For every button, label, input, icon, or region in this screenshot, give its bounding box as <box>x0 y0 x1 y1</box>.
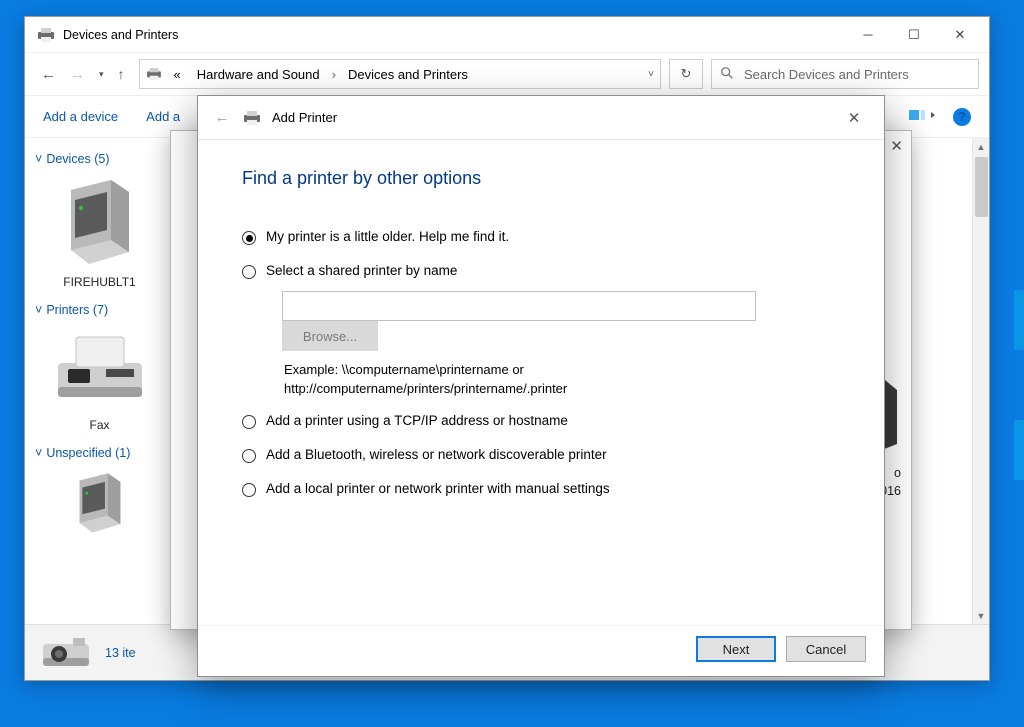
radio-icon[interactable] <box>242 449 256 463</box>
wizard-back-button[interactable]: ← <box>210 109 234 126</box>
item-count: 13 ite <box>105 646 136 660</box>
browse-button[interactable]: Browse... <box>282 321 378 351</box>
address-dropdown-button[interactable]: ˅ <box>648 69 654 80</box>
breadcrumb-devices-and-printers[interactable]: Devices and Printers <box>344 63 472 86</box>
window-title: Devices and Printers <box>63 28 178 42</box>
option-bluetooth-printer[interactable]: Add a Bluetooth, wireless or network dis… <box>242 447 844 463</box>
refresh-button[interactable]: ↻ <box>669 59 703 89</box>
add-device-button[interactable]: Add a device <box>43 109 118 124</box>
address-bar[interactable]: « Hardware and Sound › Devices and Print… <box>139 59 661 89</box>
search-box[interactable]: Search Devices and Printers <box>711 59 979 89</box>
scroll-down-button[interactable]: ▼ <box>973 607 989 624</box>
search-icon <box>720 66 734 83</box>
minimize-button[interactable]: ─ <box>845 20 891 50</box>
wizard-close-button[interactable]: ✕ <box>834 109 874 127</box>
close-button[interactable]: ✕ <box>937 20 983 50</box>
example-text: Example: \\computername\printername or h… <box>284 361 844 399</box>
shared-printer-name-input[interactable] <box>282 291 756 321</box>
shared-printer-subsection: Browse... Example: \\computername\printe… <box>282 291 844 399</box>
next-button[interactable]: Next <box>696 636 776 662</box>
wizard-body: Find a printer by other options My print… <box>198 140 884 625</box>
unspecified-item[interactable] <box>31 472 168 537</box>
wizard-title: Add Printer <box>272 110 337 125</box>
option-label: Add a Bluetooth, wireless or network dis… <box>266 447 607 462</box>
title-bar: Devices and Printers ─ ☐ ✕ <box>25 17 989 53</box>
radio-icon[interactable] <box>242 483 256 497</box>
option-tcpip-printer[interactable]: Add a printer using a TCP/IP address or … <box>242 413 844 429</box>
help-icon[interactable]: ? <box>953 108 971 126</box>
forward-button[interactable]: → <box>70 67 85 82</box>
printer-icon <box>37 28 55 42</box>
option-local-printer[interactable]: Add a local printer or network printer w… <box>242 481 844 497</box>
wizard-footer: Next Cancel <box>198 625 884 676</box>
scrollbar[interactable]: ▲ ▼ <box>972 138 989 624</box>
back-button[interactable]: ← <box>41 67 56 82</box>
scroll-up-button[interactable]: ▲ <box>973 138 989 155</box>
radio-icon[interactable] <box>242 265 256 279</box>
desktop-edge-tab <box>1014 420 1024 480</box>
nav-arrows: ← → ▾ ↑ <box>41 66 125 82</box>
group-devices[interactable]: ˅Devices (5) <box>31 146 168 172</box>
printer-icon <box>146 68 162 80</box>
option-shared-printer[interactable]: Select a shared printer by name <box>242 263 844 279</box>
cancel-button[interactable]: Cancel <box>786 636 866 662</box>
group-unspecified[interactable]: ˅Unspecified (1) <box>31 440 168 466</box>
chevron-right-icon: › <box>332 67 336 82</box>
device-item[interactable]: FIREHUBLT1 <box>31 178 168 289</box>
camera-icon <box>39 634 93 671</box>
search-placeholder: Search Devices and Printers <box>744 67 909 82</box>
close-icon[interactable]: ✕ <box>890 137 903 155</box>
option-label: Add a printer using a TCP/IP address or … <box>266 413 568 428</box>
breadcrumb-hardware-and-sound[interactable]: Hardware and Sound <box>193 63 324 86</box>
desktop-tower-icon <box>61 178 139 266</box>
wizard-heading: Find a printer by other options <box>242 168 844 189</box>
scroll-thumb[interactable] <box>975 157 988 217</box>
option-label: My printer is a little older. Help me fi… <box>266 229 509 244</box>
desktop-tower-icon <box>64 472 136 534</box>
option-label: Add a local printer or network printer w… <box>266 481 610 496</box>
add-printer-wizard: ← Add Printer ✕ Find a printer by other … <box>197 95 885 677</box>
group-printers[interactable]: ˅Printers (7) <box>31 297 168 323</box>
up-button[interactable]: ↑ <box>118 66 125 82</box>
radio-selected-icon[interactable] <box>242 231 256 245</box>
printer-icon <box>242 111 262 125</box>
add-printer-button-cut[interactable]: Add a <box>146 109 180 124</box>
device-name: FIREHUBLT1 <box>31 275 168 289</box>
window-controls: ─ ☐ ✕ <box>845 20 983 50</box>
address-bar-row: ← → ▾ ↑ « Hardware and Sound › Devices a… <box>25 53 989 95</box>
breadcrumb-lead[interactable]: « <box>170 63 185 86</box>
option-label: Select a shared printer by name <box>266 263 457 278</box>
wizard-titlebar: ← Add Printer ✕ <box>198 96 884 140</box>
radio-icon[interactable] <box>242 415 256 429</box>
option-older-printer[interactable]: My printer is a little older. Help me fi… <box>242 229 844 245</box>
fax-icon <box>52 329 148 409</box>
view-options-icon[interactable] <box>909 107 937 126</box>
desktop-edge-tab <box>1014 290 1024 350</box>
maximize-button[interactable]: ☐ <box>891 20 937 50</box>
recent-locations-button[interactable]: ▾ <box>99 69 104 80</box>
printer-name: Fax <box>31 418 168 432</box>
explorer-sidebar: ˅Devices (5) FIREHUBLT1 ˅Printers (7) <box>25 138 175 624</box>
printer-item[interactable]: Fax <box>31 329 168 432</box>
